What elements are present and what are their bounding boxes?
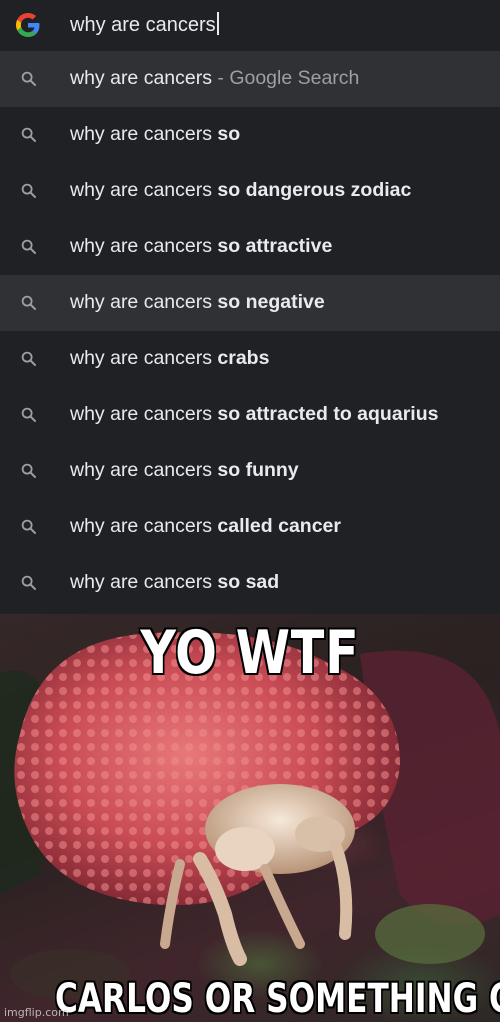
suggestion-item[interactable]: why are cancers so negative [0, 275, 500, 331]
suggestion-text: why are cancers so sad [70, 571, 279, 594]
suggestion-item[interactable]: why are cancers called cancer [0, 499, 500, 555]
suggestion-text: why are cancers crabs [70, 347, 269, 370]
suggestion-base: why are cancers [70, 347, 212, 369]
text-cursor [216, 12, 219, 35]
suggestion-base: why are cancers [70, 515, 212, 537]
suggestion-base: why are cancers [70, 403, 212, 425]
suggestion-base: why are cancers [70, 571, 212, 593]
imgflip-watermark: imgflip.com [4, 1006, 69, 1019]
google-g-icon [16, 13, 40, 37]
suggestion-item[interactable]: why are cancers so sad [0, 555, 500, 611]
suggestion-item[interactable]: why are cancers crabs [0, 331, 500, 387]
search-bar[interactable]: why are cancers [0, 0, 500, 51]
suggestion-completion: so [211, 123, 241, 145]
suggestion-completion: so sad [211, 571, 280, 593]
suggestion-base: why are cancers [70, 123, 212, 145]
suggestion-base: why are cancers [70, 291, 212, 313]
suggestion-completion: so attractive [211, 235, 333, 257]
suggestion-text: why are cancers - Google Search [70, 67, 359, 90]
search-icon [21, 575, 36, 590]
search-icon [21, 295, 36, 310]
search-icon [21, 127, 36, 142]
suggestion-list: why are cancers - Google Search why are c… [0, 51, 500, 611]
search-icon [21, 407, 36, 422]
suggestion-base: why are cancers [70, 235, 212, 257]
suggestion-completion: so negative [211, 291, 325, 313]
search-icon [21, 519, 36, 534]
suggestion-text: why are cancers so dangerous zodiac [70, 179, 411, 202]
suggestion-item[interactable]: why are cancers so [0, 107, 500, 163]
search-icon [21, 351, 36, 366]
suggestion-text: why are cancers so negative [70, 291, 325, 314]
suggestion-text: why are cancers so funny [70, 459, 299, 482]
suggestion-completion: so attracted to aquarius [211, 403, 439, 425]
meme-image: YO WTF CARLOS OR SOMETHING CRAB imgflip.… [0, 614, 500, 1022]
suggestion-completion: so funny [211, 459, 299, 481]
suggestion-base: why are cancers [70, 67, 212, 89]
search-input[interactable]: why are cancers [70, 12, 219, 37]
suggestion-item[interactable]: why are cancers so dangerous zodiac [0, 163, 500, 219]
suggestion-completion: crabs [211, 347, 270, 369]
suggestion-item[interactable]: why are cancers so attracted to aquarius [0, 387, 500, 443]
search-query-text: why are cancers [70, 14, 216, 36]
suggestion-text: why are cancers so [70, 123, 240, 146]
search-icon [21, 239, 36, 254]
meme-bottom-caption: CARLOS OR SOMETHING CRAB [55, 976, 500, 1022]
search-icon [21, 463, 36, 478]
suggestion-base: why are cancers [70, 179, 212, 201]
suggestion-source: - Google Search [211, 67, 360, 89]
search-icon [21, 71, 36, 86]
suggestion-text: why are cancers so attractive [70, 235, 332, 258]
meme-top-caption: YO WTF [140, 618, 360, 688]
suggestion-completion: called cancer [211, 515, 341, 537]
suggestion-completion: so dangerous zodiac [211, 179, 412, 201]
suggestion-text: why are cancers called cancer [70, 515, 341, 538]
suggestion-item[interactable]: why are cancers so attractive [0, 219, 500, 275]
suggestion-item[interactable]: why are cancers - Google Search [0, 51, 500, 107]
suggestion-base: why are cancers [70, 459, 212, 481]
suggestion-text: why are cancers so attracted to aquarius [70, 403, 438, 426]
search-panel: why are cancers why are cancers - Google… [0, 0, 500, 614]
search-icon [21, 183, 36, 198]
suggestion-item[interactable]: why are cancers so funny [0, 443, 500, 499]
